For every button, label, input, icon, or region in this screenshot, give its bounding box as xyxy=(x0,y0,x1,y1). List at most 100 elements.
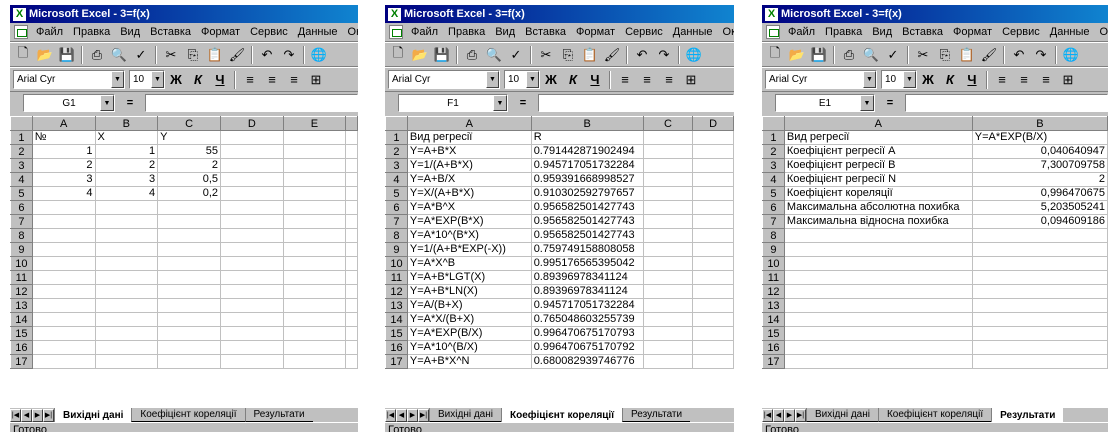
cell[interactable]: Коефіцієнт регресії N xyxy=(784,172,973,187)
row-header[interactable]: 10 xyxy=(385,256,408,271)
cell[interactable] xyxy=(345,242,358,257)
open-folder-icon[interactable]: 📂 xyxy=(34,45,56,65)
cell[interactable] xyxy=(643,354,694,369)
cell[interactable] xyxy=(692,354,734,369)
align-right-icon[interactable]: ≡ xyxy=(283,70,305,90)
prev-sheet-icon[interactable]: ◀ xyxy=(396,408,407,422)
redo-icon[interactable]: ↷ xyxy=(278,45,300,65)
cell[interactable]: 0.956582501427743 xyxy=(531,228,644,243)
tab-source-data[interactable]: Вихідні дані xyxy=(429,408,501,422)
cell[interactable] xyxy=(784,312,973,327)
cell[interactable] xyxy=(157,298,222,313)
tab-source-data[interactable]: Вихідні дані xyxy=(806,408,878,422)
row-header[interactable]: 9 xyxy=(385,242,408,257)
cut-icon[interactable]: ✂ xyxy=(912,45,934,65)
formula-input[interactable] xyxy=(538,94,734,112)
cell[interactable] xyxy=(692,228,734,243)
menu-item[interactable]: Формат xyxy=(571,26,620,38)
row-header[interactable]: 1 xyxy=(762,130,785,145)
select-all-corner[interactable] xyxy=(10,116,33,131)
cell[interactable] xyxy=(972,326,1108,341)
row-header[interactable]: 4 xyxy=(385,172,408,187)
cell[interactable] xyxy=(32,228,96,243)
cell[interactable]: Y xyxy=(157,130,222,145)
cell[interactable] xyxy=(345,200,358,215)
cell[interactable]: Максимальна відносна похибка xyxy=(784,214,973,229)
align-center-icon[interactable]: ≡ xyxy=(636,70,658,90)
italic-button[interactable]: К xyxy=(939,70,961,90)
menu-item[interactable]: Вид xyxy=(490,26,520,38)
formula-input[interactable] xyxy=(145,94,358,112)
row-header[interactable]: 8 xyxy=(10,228,33,243)
row-header[interactable]: 15 xyxy=(385,326,408,341)
cell[interactable] xyxy=(643,200,694,215)
dropdown-arrow-icon[interactable]: ▼ xyxy=(860,95,874,111)
cell[interactable]: R xyxy=(531,130,644,145)
cell[interactable] xyxy=(283,214,347,229)
cell[interactable]: 3 xyxy=(95,172,159,187)
cell[interactable]: 0.759749158808058 xyxy=(531,242,644,257)
column-header[interactable]: E xyxy=(282,116,347,131)
menu-item[interactable]: Формат xyxy=(196,26,245,38)
cell[interactable] xyxy=(643,256,694,271)
bold-button[interactable]: Ж xyxy=(917,70,939,90)
menu-item[interactable]: Вставка xyxy=(897,26,948,38)
new-file-icon[interactable]: 🗋 xyxy=(764,45,786,65)
row-header[interactable]: 17 xyxy=(385,354,408,369)
menu-item[interactable]: Правка xyxy=(68,26,115,38)
row-header[interactable]: 14 xyxy=(10,312,33,327)
cell[interactable] xyxy=(345,186,358,201)
merge-center-icon[interactable]: ⊞ xyxy=(680,70,702,90)
column-header[interactable]: A xyxy=(406,116,532,131)
row-header[interactable]: 11 xyxy=(762,270,785,285)
row-header[interactable]: 12 xyxy=(385,284,408,299)
cell[interactable] xyxy=(283,326,347,341)
cell[interactable]: 0.910302592797657 xyxy=(531,186,644,201)
dropdown-arrow-icon[interactable]: ▼ xyxy=(151,71,164,88)
cell[interactable] xyxy=(220,256,284,271)
next-sheet-icon[interactable]: ▶ xyxy=(784,408,795,422)
row-header[interactable]: 10 xyxy=(10,256,33,271)
copy-icon[interactable]: ⎘ xyxy=(557,45,579,65)
row-header[interactable]: 10 xyxy=(762,256,785,271)
cell[interactable] xyxy=(345,298,358,313)
cell[interactable] xyxy=(95,284,159,299)
select-all-corner[interactable] xyxy=(385,116,408,131)
cell[interactable] xyxy=(220,214,284,229)
cell[interactable] xyxy=(220,172,284,187)
cell[interactable]: Y=A*10^(B*X) xyxy=(407,228,532,243)
italic-button[interactable]: К xyxy=(562,70,584,90)
new-file-icon[interactable]: 🗋 xyxy=(387,45,409,65)
tab-correlation[interactable]: Коефіцієнт кореляції xyxy=(500,408,623,422)
dropdown-arrow-icon[interactable]: ▼ xyxy=(111,71,124,88)
cell[interactable] xyxy=(784,340,973,355)
row-header[interactable]: 11 xyxy=(385,270,408,285)
cell[interactable]: 2 xyxy=(972,172,1108,187)
cell[interactable] xyxy=(95,340,159,355)
cell[interactable] xyxy=(157,256,222,271)
cell[interactable]: 3 xyxy=(32,172,96,187)
cell[interactable]: 0.791442871902494 xyxy=(531,144,644,159)
tab-results[interactable]: Результати xyxy=(991,408,1064,422)
column-header[interactable]: C xyxy=(642,116,694,131)
cell[interactable] xyxy=(95,256,159,271)
cell[interactable] xyxy=(345,312,358,327)
cell[interactable] xyxy=(95,270,159,285)
cell[interactable]: Y=A+B*LGT(X) xyxy=(407,270,532,285)
cell[interactable] xyxy=(283,242,347,257)
cell[interactable] xyxy=(157,326,222,341)
undo-icon[interactable]: ↶ xyxy=(256,45,278,65)
cell[interactable] xyxy=(32,214,96,229)
tab-source-data[interactable]: Вихідні дані xyxy=(54,408,132,422)
cell[interactable]: Y=A/(B+X) xyxy=(407,298,532,313)
font-size-select[interactable]: 10 ▼ xyxy=(129,70,165,89)
cell[interactable]: 5,203505241 xyxy=(972,200,1108,215)
cell[interactable]: Y=A*X/(B+X) xyxy=(407,312,532,327)
tab-correlation[interactable]: Коефіцієнт кореляції xyxy=(877,408,992,422)
cell[interactable] xyxy=(157,284,222,299)
cell[interactable] xyxy=(283,200,347,215)
cell[interactable] xyxy=(157,228,222,243)
formula-equals-icon[interactable]: = xyxy=(115,97,145,109)
cell[interactable]: 0.945717051732284 xyxy=(531,298,644,313)
cell[interactable] xyxy=(220,326,284,341)
